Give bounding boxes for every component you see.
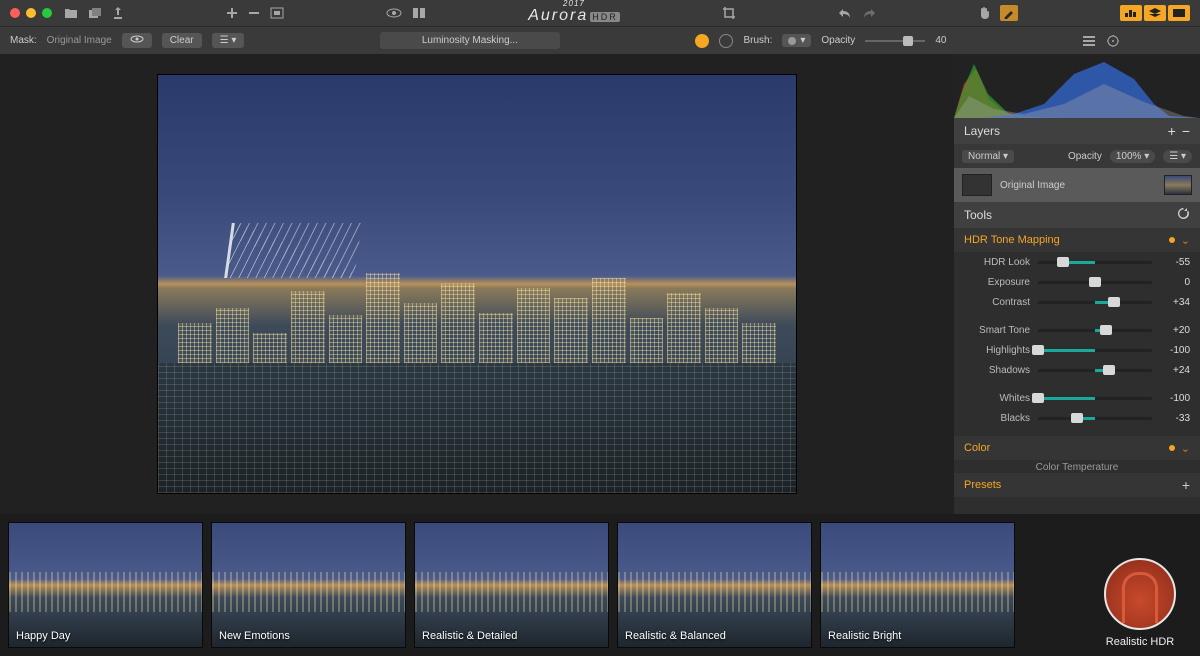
export-icon[interactable] [112, 6, 124, 20]
histogram[interactable] [954, 54, 1200, 118]
minus-icon[interactable] [248, 7, 260, 19]
canvas-area[interactable] [0, 54, 954, 514]
layer-opacity-selector[interactable]: 100% ▾ [1110, 150, 1155, 163]
mask-visibility-button[interactable] [122, 33, 152, 48]
mask-label: Mask: [10, 35, 37, 46]
slider-track[interactable] [1038, 417, 1152, 420]
color-panel-header[interactable]: Color⌄ [954, 436, 1200, 460]
mask-mode: Original Image [47, 35, 112, 46]
panel-histogram-button[interactable] [1120, 5, 1142, 21]
layer-name: Original Image [1000, 180, 1065, 191]
slider-track[interactable] [1038, 329, 1152, 332]
maximize-window-button[interactable] [42, 8, 52, 18]
opacity-slider[interactable] [865, 40, 925, 42]
crop-icon[interactable] [722, 6, 736, 20]
brush-size-selector[interactable]: ▾ [782, 34, 811, 47]
layer-opacity-label: Opacity [1068, 151, 1102, 162]
main-image [157, 74, 797, 494]
fit-screen-icon[interactable] [270, 7, 284, 19]
plus-icon[interactable] [226, 7, 238, 19]
preset-item[interactable]: Realistic & Detailed [414, 522, 609, 648]
slider-track[interactable] [1038, 349, 1152, 352]
tools-header: Tools [954, 202, 1200, 228]
blend-mode-selector[interactable]: Normal ▾ [962, 150, 1014, 163]
mask-toolbar: Mask: Original Image Clear ☰ ▾ Luminosit… [0, 26, 1200, 54]
refresh-icon[interactable] [1177, 207, 1190, 223]
preset-category-label: Realistic HDR [1106, 636, 1174, 648]
preset-item[interactable]: New Emotions [211, 522, 406, 648]
close-window-button[interactable] [10, 8, 20, 18]
layer-preview-thumb [1164, 175, 1192, 195]
window-controls [10, 8, 52, 18]
app-titlebar: 2017 AuroraHDR [0, 0, 1200, 26]
preset-item[interactable]: Realistic Bright [820, 522, 1015, 648]
redo-icon[interactable] [862, 7, 876, 19]
app-title: 2017 AuroraHDR [528, 1, 620, 25]
hand-icon[interactable] [978, 6, 990, 20]
slider-highlights: Highlights -100 [954, 340, 1200, 360]
undo-icon[interactable] [838, 7, 852, 19]
batch-icon[interactable] [88, 7, 102, 19]
slider-whites: Whites -100 [954, 388, 1200, 408]
right-panel: Layers + − Normal ▾ Opacity 100% ▾ ☰ ▾ O… [954, 54, 1200, 514]
slider-blacks: Blacks -33 [954, 408, 1200, 428]
add-layer-button[interactable]: + [1168, 123, 1176, 139]
slider-exposure: Exposure 0 [954, 272, 1200, 292]
preset-category: Realistic HDR [1092, 522, 1188, 648]
opacity-value: 40 [935, 35, 946, 46]
slider-track[interactable] [1038, 261, 1152, 264]
slider-track[interactable] [1038, 369, 1152, 372]
mask-clear-button[interactable]: Clear [162, 33, 202, 48]
slider-shadows: Shadows +24 [954, 360, 1200, 380]
presets-header: Presets + [954, 473, 1200, 497]
hdr-tone-mapping-header[interactable]: HDR Tone Mapping⌄ [954, 228, 1200, 252]
eye-icon[interactable] [386, 8, 402, 18]
slider-hdr-look: HDR Look -55 [954, 252, 1200, 272]
preset-item[interactable]: Realistic & Balanced [617, 522, 812, 648]
slider-smart-tone: Smart Tone +20 [954, 320, 1200, 340]
radial-icon[interactable] [1106, 34, 1120, 48]
slider-contrast: Contrast +34 [954, 292, 1200, 312]
layer-item[interactable]: Original Image [954, 168, 1200, 202]
panel-layers-button[interactable] [1144, 5, 1166, 21]
brush-label: Brush: [743, 35, 772, 46]
minimize-window-button[interactable] [26, 8, 36, 18]
slider-track[interactable] [1038, 281, 1152, 284]
panel-presets-button[interactable] [1168, 5, 1190, 21]
slider-track[interactable] [1038, 397, 1152, 400]
compare-icon[interactable] [412, 7, 426, 19]
slider-track[interactable] [1038, 301, 1152, 304]
erase-color-swatch[interactable] [719, 34, 733, 48]
remove-layer-button[interactable]: − [1182, 123, 1190, 139]
preset-filmstrip: Happy Day New Emotions Realistic & Detai… [0, 514, 1200, 656]
mask-options-button[interactable]: ☰ ▾ [212, 33, 245, 48]
add-preset-button[interactable]: + [1182, 477, 1190, 493]
paint-color-swatch[interactable] [695, 34, 709, 48]
opacity-label: Opacity [821, 35, 855, 46]
layers-header: Layers + − [954, 118, 1200, 144]
folder-icon[interactable] [64, 7, 78, 19]
gradient-icon[interactable] [1082, 35, 1096, 47]
layer-menu-button[interactable]: ☰ ▾ [1163, 150, 1192, 163]
layer-mask-thumb [962, 174, 992, 196]
brush-icon[interactable] [1000, 5, 1018, 21]
luminosity-masking-button[interactable]: Luminosity Masking... [380, 32, 560, 49]
preset-category-icon[interactable] [1104, 558, 1176, 630]
color-temperature-label: Color Temperature [954, 460, 1200, 473]
preset-item[interactable]: Happy Day [8, 522, 203, 648]
